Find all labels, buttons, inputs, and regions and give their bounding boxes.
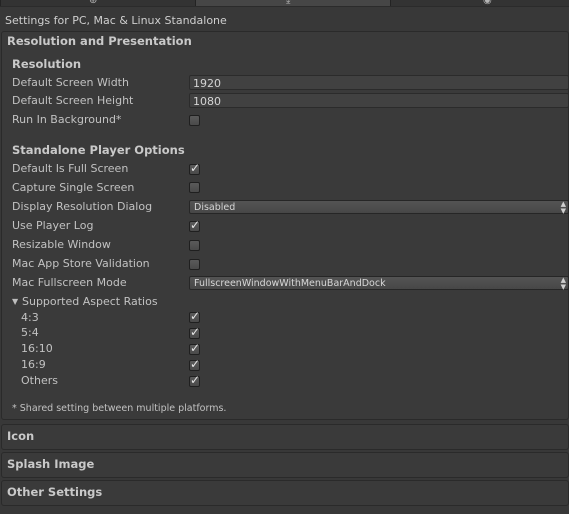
tab-web[interactable]: ⊕ bbox=[0, 0, 196, 6]
circle-icon: ◉ bbox=[483, 0, 492, 6]
resizable-window-checkbox[interactable] bbox=[189, 240, 200, 251]
mac-fullscreen-mode-dropdown[interactable]: FullscreenWindowWithMenuBarAndDock ▲ ▼ bbox=[189, 276, 569, 290]
checkmark-icon: ✓ bbox=[190, 357, 201, 371]
aspect-ratio-others-checkbox[interactable]: ✓ bbox=[189, 373, 201, 387]
platform-tab-bar: ⊕ ⤓ ◉ bbox=[0, 0, 569, 7]
tab-other[interactable]: ◉ bbox=[390, 0, 569, 6]
mac-fullscreen-mode-label: Mac Fullscreen Mode bbox=[12, 276, 127, 289]
resizable-window-label: Resizable Window bbox=[12, 238, 111, 251]
run-in-background-checkbox[interactable] bbox=[189, 115, 200, 126]
capture-single-screen-label: Capture Single Screen bbox=[12, 181, 135, 194]
standalone-options-heading: Standalone Player Options bbox=[12, 143, 185, 157]
resolution-heading: Resolution bbox=[12, 57, 82, 71]
use-player-log-checkbox[interactable]: ✓ bbox=[189, 218, 201, 232]
default-screen-width-label: Default Screen Width bbox=[12, 76, 129, 89]
aspect-ratio-5-4-checkbox[interactable]: ✓ bbox=[189, 325, 201, 339]
checkmark-icon: ✓ bbox=[190, 309, 201, 323]
settings-title: Settings for PC, Mac & Linux Standalone bbox=[5, 14, 227, 27]
mac-fullscreen-mode-value: FullscreenWindowWithMenuBarAndDock bbox=[194, 278, 386, 289]
mac-app-store-validation-label: Mac App Store Validation bbox=[12, 257, 150, 270]
default-full-screen-checkbox[interactable]: ✓ bbox=[189, 161, 201, 175]
aspect-ratio-4-3-checkbox[interactable]: ✓ bbox=[189, 309, 201, 323]
default-screen-width-field[interactable]: 1920 bbox=[189, 75, 569, 90]
section-other-settings[interactable]: Other Settings bbox=[1, 480, 569, 506]
triangle-down-icon[interactable]: ▼ bbox=[12, 297, 18, 306]
aspect-ratio-label: 16:10 bbox=[21, 342, 53, 355]
display-resolution-dialog-dropdown[interactable]: Disabled ▲ ▼ bbox=[189, 200, 569, 214]
aspect-ratio-label: 4:3 bbox=[21, 311, 39, 324]
default-screen-height-field[interactable]: 1080 bbox=[189, 93, 569, 108]
run-in-background-label: Run In Background* bbox=[12, 113, 122, 126]
aspect-ratio-label: 5:4 bbox=[21, 326, 39, 339]
section-title-resolution-presentation[interactable]: Resolution and Presentation bbox=[7, 34, 192, 48]
use-player-log-label: Use Player Log bbox=[12, 219, 94, 232]
default-screen-height-label: Default Screen Height bbox=[12, 94, 134, 107]
mac-app-store-validation-checkbox[interactable] bbox=[189, 259, 200, 270]
section-splash-image[interactable]: Splash Image bbox=[1, 452, 569, 478]
download-icon: ⤓ bbox=[286, 0, 291, 6]
display-resolution-dialog-label: Display Resolution Dialog bbox=[12, 200, 153, 213]
aspect-ratio-label: Others bbox=[21, 374, 58, 387]
checkmark-icon: ✓ bbox=[190, 373, 201, 387]
default-full-screen-label: Default Is Full Screen bbox=[12, 162, 129, 175]
section-title-other-settings: Other Settings bbox=[7, 485, 103, 499]
dropdown-arrows-icon: ▲ ▼ bbox=[560, 200, 566, 215]
section-icon[interactable]: Icon bbox=[1, 424, 569, 450]
aspect-ratio-16-9-checkbox[interactable]: ✓ bbox=[189, 357, 201, 371]
aspect-ratio-label: 16:9 bbox=[21, 358, 46, 371]
display-resolution-dialog-value: Disabled bbox=[194, 202, 236, 213]
section-title-splash-image: Splash Image bbox=[7, 457, 95, 471]
checkmark-icon: ✓ bbox=[190, 341, 201, 355]
section-title-icon: Icon bbox=[7, 429, 35, 443]
dropdown-arrows-icon: ▲ ▼ bbox=[560, 276, 566, 291]
supported-aspect-ratios-foldout[interactable]: Supported Aspect Ratios bbox=[22, 294, 158, 310]
capture-single-screen-checkbox[interactable] bbox=[189, 182, 200, 193]
checkmark-icon: ✓ bbox=[190, 325, 201, 339]
checkmark-icon: ✓ bbox=[190, 218, 201, 232]
checkmark-icon: ✓ bbox=[190, 161, 201, 175]
globe-icon: ⊕ bbox=[89, 0, 98, 6]
aspect-ratio-16-10-checkbox[interactable]: ✓ bbox=[189, 341, 201, 355]
tab-standalone[interactable]: ⤓ bbox=[195, 0, 391, 6]
shared-setting-footnote: * Shared setting between multiple platfo… bbox=[12, 403, 227, 414]
